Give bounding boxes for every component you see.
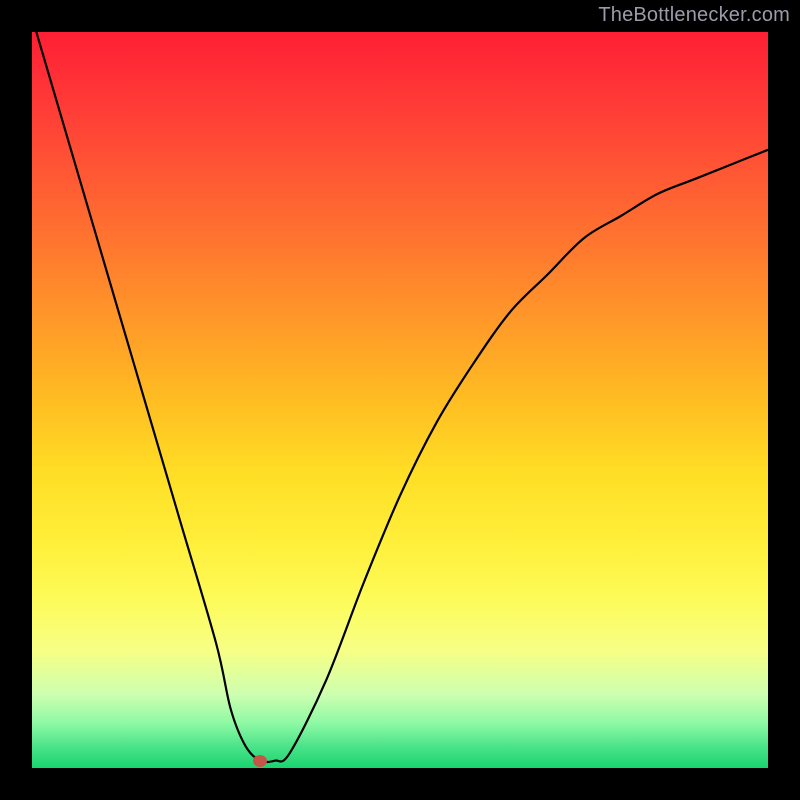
watermark-text: TheBottlenecker.com: [598, 4, 790, 27]
curve-svg: [32, 32, 768, 768]
chart-frame: TheBottlenecker.com: [0, 0, 800, 800]
plot-area: [32, 32, 768, 768]
minimum-marker: [253, 755, 267, 767]
bottleneck-curve: [32, 32, 768, 762]
